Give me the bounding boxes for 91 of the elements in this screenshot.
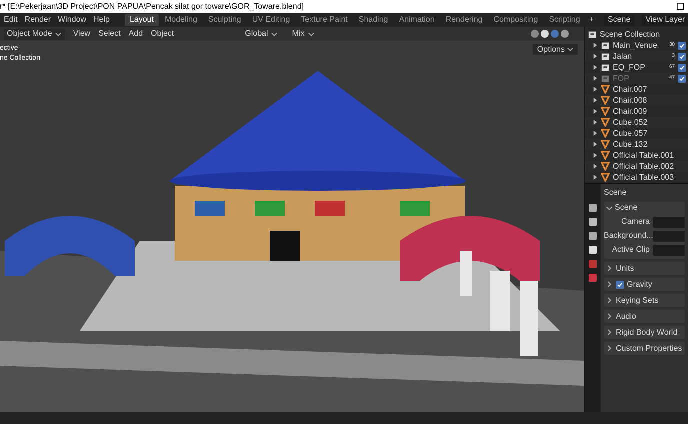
expand-arrow-icon[interactable]	[593, 65, 598, 70]
chevron-icon[interactable]	[606, 297, 613, 304]
field-input[interactable]	[653, 230, 685, 242]
menu-item[interactable]: Object	[151, 28, 174, 40]
expand-arrow-icon[interactable]	[593, 43, 598, 48]
properties-header: Scene	[604, 187, 628, 199]
checkbox[interactable]	[678, 64, 686, 72]
panel-header[interactable]: Keying Sets	[604, 294, 685, 307]
outliner-item-name: Official Table.003	[613, 172, 674, 183]
expand-arrow-icon[interactable]	[593, 87, 598, 92]
chevron-icon[interactable]	[606, 204, 613, 212]
menu-item[interactable]: View	[73, 28, 91, 40]
chevron-icon[interactable]	[308, 30, 315, 38]
outliner-item-name: Official Table.001	[613, 150, 674, 162]
menu-item[interactable]: Render	[24, 14, 52, 26]
workspace-tab[interactable]: Sculpting	[203, 14, 246, 26]
collection-box-icon	[601, 63, 610, 72]
menu-item[interactable]: Select	[98, 28, 121, 40]
outliner-row[interactable]: Chair.007	[585, 84, 688, 95]
panel-header[interactable]: Gravity	[604, 278, 685, 291]
collection-box-icon	[601, 52, 610, 61]
menu-item[interactable]: Edit	[4, 14, 18, 26]
checkbox[interactable]	[678, 52, 686, 60]
panel-header[interactable]: Audio	[604, 310, 685, 323]
expand-arrow-icon[interactable]	[593, 164, 598, 169]
field-label: Active Clip	[611, 244, 650, 256]
expand-arrow-icon[interactable]	[593, 98, 598, 103]
maximize-icon[interactable]	[677, 3, 684, 10]
field-input[interactable]	[653, 216, 685, 228]
outliner-item-name: EQ_FOP	[613, 62, 646, 74]
expand-arrow-icon[interactable]	[593, 175, 598, 180]
view-layer-field[interactable]: View Layer	[642, 14, 688, 26]
menu-item[interactable]: Window	[58, 14, 86, 26]
chevron-icon[interactable]	[606, 313, 613, 320]
panel-header[interactable]: Scene	[604, 202, 685, 214]
field-input[interactable]	[653, 244, 685, 256]
chevron-icon[interactable]	[55, 30, 62, 38]
menu-item[interactable]: Add	[128, 28, 144, 40]
outliner-row[interactable]: Chair.009	[585, 106, 688, 117]
workspace-tab[interactable]: Animation	[394, 14, 440, 26]
workspace-tab[interactable]: Compositing	[488, 14, 544, 26]
outliner-item-name: Chair.009	[613, 106, 648, 118]
workspace-tab[interactable]: Texture Paint	[296, 14, 353, 26]
outliner-item-name: Cube.057	[613, 128, 648, 140]
outliner-row[interactable]: Cube.057	[585, 128, 688, 139]
workspace-tab[interactable]: UV Editing	[247, 14, 296, 26]
checkbox[interactable]	[678, 42, 686, 50]
checkbox[interactable]	[616, 280, 624, 288]
outliner-item-name: Jalan	[613, 50, 632, 62]
menu-item[interactable]: Help	[94, 14, 110, 26]
expand-arrow-icon[interactable]	[593, 131, 598, 136]
outliner-item-name: Chair.008	[613, 94, 648, 106]
mode-dropdown[interactable]: Object Mode	[4, 28, 66, 40]
workspace-tab[interactable]: Modeling	[160, 14, 202, 26]
chevron-icon[interactable]	[606, 265, 613, 272]
outliner-item-name: Cube.052	[613, 116, 648, 128]
chevron-icon[interactable]	[606, 329, 613, 336]
options-button[interactable]: Options	[533, 44, 578, 55]
outliner-item-name: FOP	[613, 72, 630, 84]
add-workspace-button[interactable]: +	[586, 14, 597, 26]
falloff-dropdown[interactable]: Mix	[289, 28, 318, 40]
expand-arrow-icon[interactable]	[593, 142, 598, 147]
chevron-icon[interactable]	[606, 281, 613, 288]
panel-header[interactable]: Rigid Body World	[604, 326, 685, 339]
window-title: r* [E:\Pekerjaan\3D Project\PON PAPUA\Pencak silat gor toware\GOR_Toware.blend]	[0, 0, 304, 12]
outliner-row[interactable]: Official Table.003	[585, 172, 688, 183]
scene-field[interactable]: Scene	[604, 14, 635, 26]
outliner-item-name: Official Table.002	[613, 160, 674, 172]
workspace-tab[interactable]: Rendering	[440, 14, 488, 26]
chevron-icon[interactable]	[271, 30, 278, 38]
outliner-item-name: Main_Venue	[613, 40, 658, 52]
panel-header[interactable]: Units	[604, 262, 685, 275]
field-label: Camera	[620, 216, 650, 228]
workspace-tab[interactable]: Scripting	[544, 14, 586, 26]
collection-box-icon	[601, 41, 610, 50]
orientation-dropdown[interactable]: Global	[242, 28, 282, 40]
expand-arrow-icon[interactable]	[593, 109, 598, 114]
collection-box-icon	[601, 74, 610, 83]
workspace-tab[interactable]: Layout	[124, 14, 159, 26]
collection-box-icon	[588, 30, 597, 39]
chevron-icon[interactable]	[567, 46, 574, 53]
expand-arrow-icon[interactable]	[593, 153, 598, 158]
workspace-tab[interactable]: Shading	[354, 14, 394, 26]
expand-arrow-icon[interactable]	[593, 120, 598, 125]
outliner-item-name: Cube.132	[613, 138, 648, 150]
outliner-root[interactable]: Scene Collection	[600, 28, 660, 40]
outliner-row[interactable]: Official Table.001	[585, 150, 688, 161]
chevron-icon[interactable]	[606, 345, 613, 352]
outliner-item-name: Chair.007	[613, 84, 648, 96]
panel-header[interactable]: Custom Properties	[604, 342, 685, 355]
expand-arrow-icon[interactable]	[593, 54, 598, 59]
